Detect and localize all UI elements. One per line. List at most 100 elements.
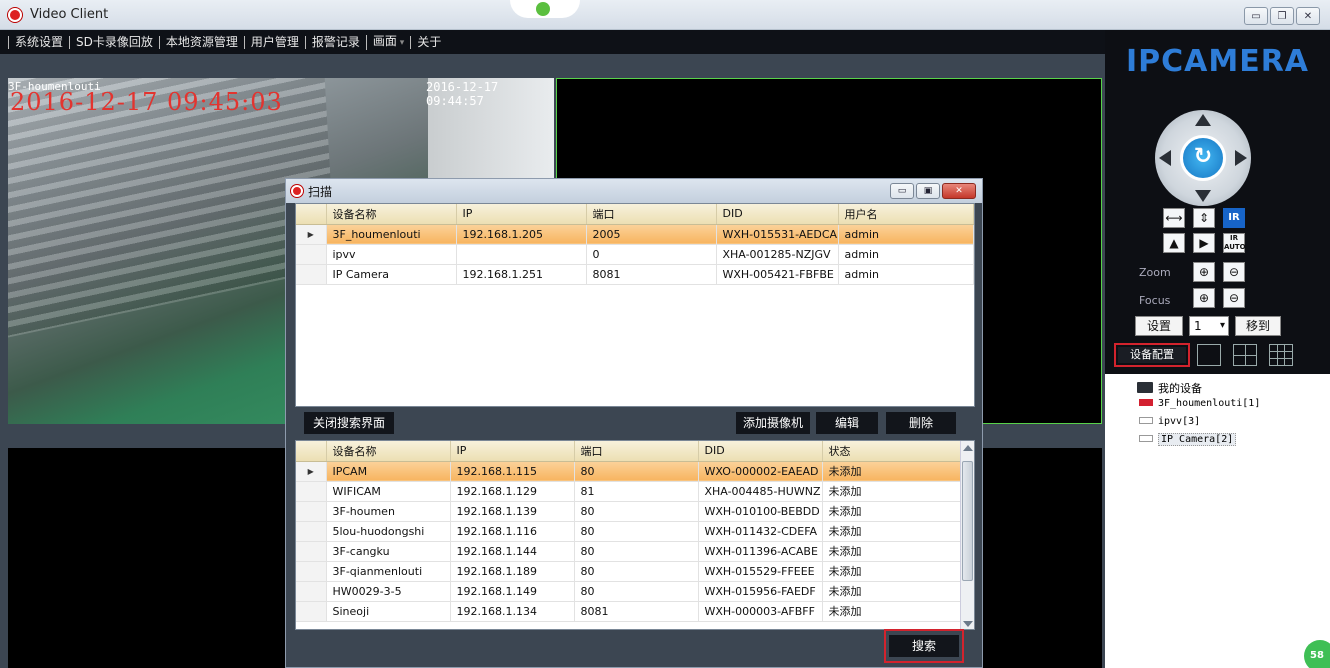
ir-auto-button[interactable]: IR AUTO	[1223, 233, 1246, 253]
device-config-button[interactable]: 设备配置	[1118, 347, 1186, 363]
cell: 192.168.1.129	[450, 481, 575, 502]
device-tree: 我的设备 3F_houmenlouti[1] ipvv[3] IP Camera…	[1105, 374, 1330, 668]
row-header	[296, 581, 327, 602]
app-icon	[8, 8, 22, 22]
table-row[interactable]: 5lou-huodongshi 192.168.1.116 80 WXH-011…	[296, 521, 962, 542]
ptz-up-icon[interactable]	[1195, 114, 1211, 126]
close-icon[interactable]: ✕	[1296, 7, 1320, 25]
close-search-button[interactable]: 关闭搜索界面	[304, 412, 394, 434]
col-header[interactable]: 设备名称	[326, 441, 451, 462]
ptz-down-icon[interactable]	[1195, 190, 1211, 202]
col-header[interactable]: IP	[450, 441, 575, 462]
delete-button[interactable]: 删除	[886, 412, 956, 434]
mirror-icon[interactable]: ▲	[1163, 233, 1185, 253]
search-button[interactable]: 搜索	[889, 635, 959, 657]
tree-item[interactable]: IP Camera[2]	[1139, 433, 1237, 446]
cell: Sineoji	[326, 601, 451, 622]
layout-4-icon[interactable]	[1233, 344, 1257, 366]
cell: WXH-015531-AEDCA	[716, 224, 839, 245]
cell: 80	[574, 581, 699, 602]
col-header[interactable]: 设备名称	[326, 204, 457, 225]
row-header	[296, 501, 327, 522]
minimize-icon[interactable]: ▭	[890, 183, 914, 199]
ptz-left-icon[interactable]	[1159, 150, 1171, 166]
restore-icon[interactable]: ❐	[1270, 7, 1294, 25]
scroll-up-icon[interactable]	[963, 445, 973, 451]
camera-offline-icon	[1139, 417, 1153, 424]
cell: 192.168.1.251	[456, 264, 587, 285]
tree-root[interactable]: 我的设备	[1137, 380, 1202, 396]
found-devices-table: 设备名称 IP 端口 DID 状态 ▶ IPCAM 192.168.1.115 …	[295, 440, 975, 630]
menu-user-management[interactable]: 用户管理	[243, 35, 305, 49]
preset-select[interactable]: 1	[1189, 316, 1229, 336]
menu-alarm-records[interactable]: 报警记录	[304, 35, 366, 49]
table-row[interactable]: 3F-houmen 192.168.1.139 80 WXH-010100-BE…	[296, 501, 962, 522]
table-row[interactable]: WIFICAM 192.168.1.129 81 XHA-004485-HUWN…	[296, 481, 962, 502]
cell: 80	[574, 521, 699, 542]
restore-icon[interactable]: ▣	[916, 183, 940, 199]
layout-9-icon[interactable]	[1269, 344, 1293, 366]
flip-horizontal-icon[interactable]: ⟷	[1163, 208, 1185, 228]
cell: 未添加	[822, 561, 962, 582]
layout-1-icon[interactable]	[1197, 344, 1221, 366]
scroll-down-icon[interactable]	[963, 621, 973, 627]
row-pointer-icon: ▶	[296, 461, 327, 482]
table-row[interactable]: ipvv 0 XHA-001285-NZJGV admin	[296, 244, 974, 265]
tree-item[interactable]: 3F_houmenlouti[1]	[1139, 398, 1260, 409]
ptz-right-icon[interactable]	[1235, 150, 1247, 166]
menu-system-settings[interactable]: 系统设置	[8, 35, 69, 49]
menu-screen[interactable]: 画面	[365, 34, 410, 50]
table-row[interactable]: 3F-qianmenlouti 192.168.1.189 80 WXH-015…	[296, 561, 962, 582]
cell: WXH-005421-FBFBE	[716, 264, 839, 285]
row-header	[296, 481, 327, 502]
preset-set-button[interactable]: 设置	[1135, 316, 1183, 336]
tree-item[interactable]: ipvv[3]	[1139, 416, 1200, 427]
cell: 80	[574, 541, 699, 562]
add-camera-button[interactable]: 添加摄像机	[736, 412, 810, 434]
cell: WXH-011396-ACABE	[698, 541, 823, 562]
edit-button[interactable]: 编辑	[816, 412, 878, 434]
brand-logo: IPCAMERA	[1125, 44, 1310, 79]
table-row[interactable]: 3F-cangku 192.168.1.144 80 WXH-011396-AC…	[296, 541, 962, 562]
scroll-thumb[interactable]	[962, 461, 973, 581]
ptz-center-refresh-icon[interactable]: ↻	[1180, 135, 1226, 181]
focus-out-icon[interactable]: ⊖	[1223, 288, 1245, 308]
table-row[interactable]: Sineoji 192.168.1.134 8081 WXH-000003-AF…	[296, 601, 962, 622]
col-header[interactable]: DID	[716, 204, 839, 225]
col-header[interactable]: 端口	[574, 441, 699, 462]
table-row[interactable]: ▶ 3F_houmenlouti 192.168.1.205 2005 WXH-…	[296, 224, 974, 245]
preset-goto-button[interactable]: 移到	[1235, 316, 1281, 336]
table-row[interactable]: HW0029-3-5 192.168.1.149 80 WXH-015956-F…	[296, 581, 962, 602]
minimize-icon[interactable]: ▭	[1244, 7, 1268, 25]
timestamp-overlay: 2016-12-17 09:44:57	[426, 80, 499, 108]
cell: 未添加	[822, 521, 962, 542]
table-row[interactable]: ▶ IPCAM 192.168.1.115 80 WXO-000002-EAEA…	[296, 461, 962, 482]
flip-vertical-icon[interactable]: ⇕	[1193, 208, 1215, 228]
col-header[interactable]: 端口	[586, 204, 717, 225]
row-header-corner	[296, 204, 327, 225]
menu-about[interactable]: 关于	[410, 35, 447, 49]
play-icon[interactable]: ▶	[1193, 233, 1215, 253]
added-devices-table: 设备名称 IP 端口 DID 用户名 ▶ 3F_houmenlouti 192.…	[295, 203, 975, 407]
ir-button[interactable]: IR	[1223, 208, 1245, 228]
zoom-in-icon[interactable]: ⊕	[1193, 262, 1215, 282]
zoom-out-icon[interactable]: ⊖	[1223, 262, 1245, 282]
table-row[interactable]: IP Camera 192.168.1.251 8081 WXH-005421-…	[296, 264, 974, 285]
close-icon[interactable]: ✕	[942, 183, 976, 199]
cell: admin	[838, 244, 974, 265]
menu-sd-playback[interactable]: SD卡录像回放	[69, 35, 159, 49]
status-check-icon	[536, 2, 550, 16]
focus-in-icon[interactable]: ⊕	[1193, 288, 1215, 308]
control-panel: IPCAMERA ↻ ⟷ ⇕ IR ▲ ▶ IR AUTO Zoom ⊕ ⊖ F…	[1105, 30, 1330, 668]
search-highlight: 搜索	[884, 629, 964, 663]
col-header[interactable]: DID	[698, 441, 823, 462]
col-header[interactable]: 状态	[822, 441, 962, 462]
col-header[interactable]: 用户名	[838, 204, 974, 225]
cell: WXH-011432-CDEFA	[698, 521, 823, 542]
menu-local-resources[interactable]: 本地资源管理	[158, 35, 244, 49]
window-controls: ▭ ❐ ✕	[1244, 7, 1320, 25]
vertical-scrollbar[interactable]	[960, 441, 974, 629]
cell: 3F-cangku	[326, 541, 451, 562]
col-header[interactable]: IP	[456, 204, 587, 225]
cell: IPCAM	[326, 461, 451, 482]
